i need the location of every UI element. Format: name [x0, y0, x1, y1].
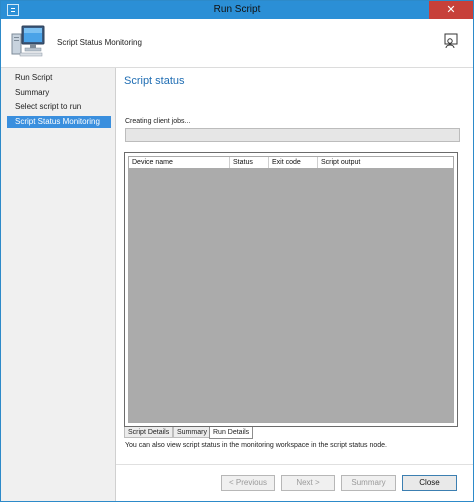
- wizard-header: Script Status Monitoring: [1, 19, 473, 68]
- computer-icon: [11, 25, 45, 57]
- grid-header-row: Device name Status Exit code Script outp…: [129, 157, 453, 168]
- previous-button[interactable]: < Previous: [221, 475, 275, 491]
- sidebar-item-summary[interactable]: Summary: [7, 87, 111, 99]
- section-title: Script status: [124, 75, 185, 87]
- sidebar-item-script-status-monitoring[interactable]: Script Status Monitoring: [7, 116, 111, 128]
- info-text: You can also view script status in the m…: [125, 442, 387, 449]
- close-window-button[interactable]: ✕: [429, 1, 473, 19]
- sidebar-item-run-script[interactable]: Run Script: [7, 72, 111, 84]
- summary-button[interactable]: Summary: [341, 475, 396, 491]
- progress-label: Creating client jobs...: [125, 118, 191, 125]
- grid-frame: Device name Status Exit code Script outp…: [128, 156, 454, 423]
- close-button[interactable]: Close: [402, 475, 457, 491]
- next-button[interactable]: Next >: [281, 475, 335, 491]
- header-title: Script Status Monitoring: [57, 38, 142, 47]
- column-device-name[interactable]: Device name: [129, 157, 230, 168]
- column-exit-code[interactable]: Exit code: [269, 157, 318, 168]
- sidebar-item-select-script[interactable]: Select script to run: [7, 101, 111, 113]
- grid-body: [129, 168, 453, 422]
- script-status-grid[interactable]: Device name Status Exit code Script outp…: [124, 152, 458, 427]
- title-bar[interactable]: Run Script ✕: [1, 1, 473, 19]
- run-script-window: Run Script ✕ Script Status Monitoring Ru…: [0, 0, 474, 502]
- window-title: Run Script: [213, 4, 261, 15]
- feedback-icon[interactable]: [443, 33, 459, 49]
- tab-summary[interactable]: Summary: [173, 427, 211, 438]
- tab-script-details[interactable]: Script Details: [124, 427, 174, 438]
- column-script-output[interactable]: Script output: [318, 157, 451, 168]
- tab-run-details[interactable]: Run Details: [209, 427, 254, 439]
- footer-divider: [116, 464, 473, 465]
- progress-bar: [125, 128, 460, 142]
- column-status[interactable]: Status: [230, 157, 269, 168]
- wizard-steps-sidebar: Run Script Summary Select script to run …: [1, 68, 116, 501]
- main-panel: Script status Creating client jobs... De…: [116, 68, 473, 501]
